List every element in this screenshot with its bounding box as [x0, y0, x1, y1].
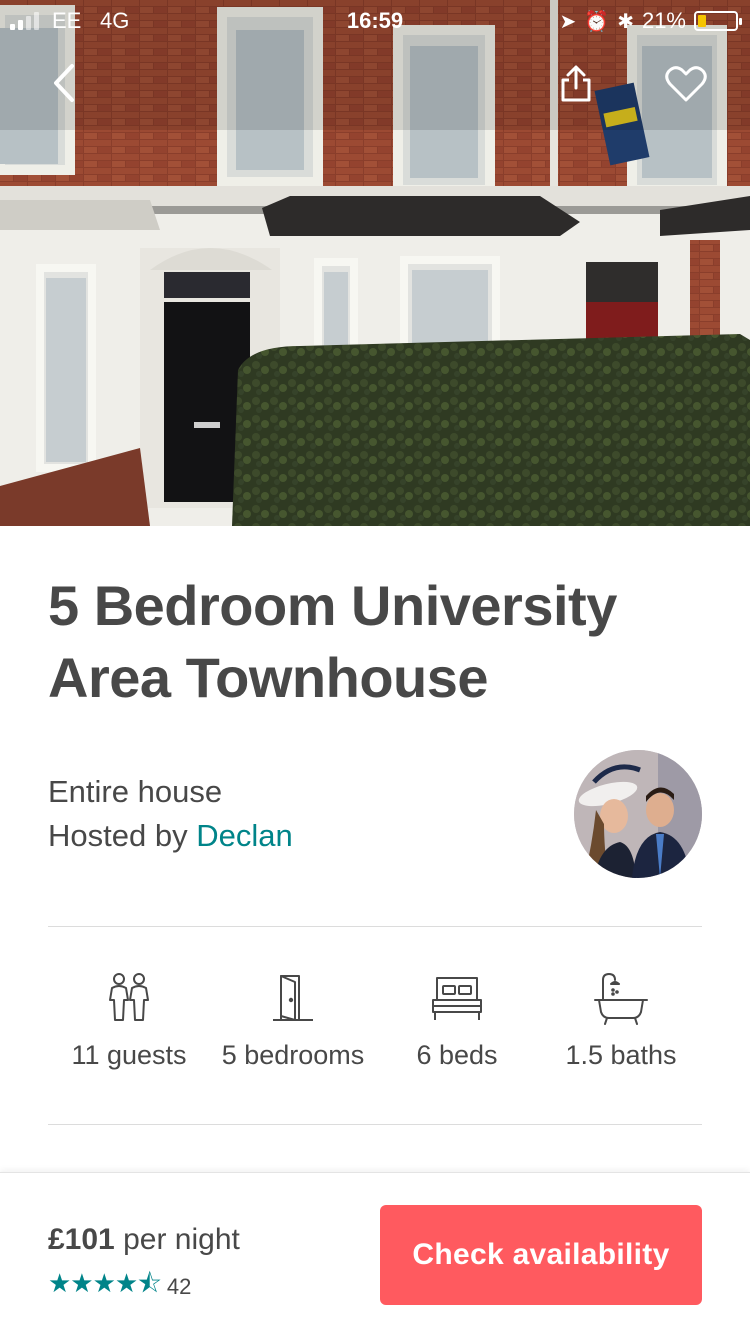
amenity-beds: 6 beds [372, 970, 542, 1071]
listing-photo[interactable]: EE 4G 16:59 ➤ ⏰ ✱ 21% [0, 0, 750, 526]
chevron-left-icon [54, 64, 74, 102]
check-availability-button[interactable]: Check availability [380, 1205, 702, 1305]
host-avatar[interactable] [574, 750, 702, 878]
favorite-button[interactable] [664, 64, 708, 104]
booking-bar: £101 per night ★★★★⯪ 42 Check availabili… [0, 1172, 750, 1334]
share-icon [561, 65, 591, 102]
bath-icon [594, 973, 648, 1025]
rating[interactable]: ★★★★⯪ 42 [48, 1265, 191, 1309]
divider [48, 926, 702, 927]
price-suffix: per night [114, 1223, 240, 1256]
bluetooth-icon: ✱ [617, 10, 634, 33]
battery-percentage: 21% [641, 8, 686, 33]
host-name-link[interactable]: Declan [196, 818, 293, 853]
amenities-row: 11 guests 5 bedrooms 6 beds 1.5 baths [48, 970, 702, 1080]
heart-icon [665, 66, 707, 102]
share-button[interactable] [556, 64, 596, 104]
back-button[interactable] [46, 60, 86, 106]
divider [48, 1124, 702, 1125]
guests-label: 11 guests [71, 1040, 187, 1070]
status-bar: EE 4G 16:59 ➤ ⏰ ✱ 21% [0, 0, 750, 40]
guests-icon [109, 973, 149, 1021]
price-per-night: £101 per night [48, 1223, 240, 1257]
door-icon [273, 975, 313, 1021]
baths-label: 1.5 baths [565, 1040, 677, 1070]
room-type: Entire house [48, 774, 223, 809]
alarm-icon: ⏰ [584, 10, 610, 33]
listing-title: 5 Bedroom University Area Townhouse [48, 574, 617, 709]
star-rating-icon: ★★★★⯪ [48, 1268, 162, 1298]
battery-icon [694, 11, 742, 31]
review-count: 42 [166, 1274, 192, 1299]
hosted-by: Hosted by Declan [48, 818, 293, 854]
price-amount: £101 [48, 1223, 115, 1256]
hosted-by-prefix: Hosted by [48, 818, 197, 853]
amenity-bedrooms: 5 bedrooms [208, 970, 378, 1071]
host-photo [574, 750, 702, 878]
location-arrow-icon: ➤ [559, 10, 577, 33]
bed-icon [432, 977, 482, 1020]
battery-level [698, 15, 706, 27]
townhouse-photo [0, 0, 750, 526]
amenity-guests: 11 guests [44, 970, 214, 1071]
beds-label: 6 beds [416, 1040, 498, 1070]
amenity-baths: 1.5 baths [536, 970, 706, 1071]
bedrooms-label: 5 bedrooms [221, 1040, 365, 1070]
